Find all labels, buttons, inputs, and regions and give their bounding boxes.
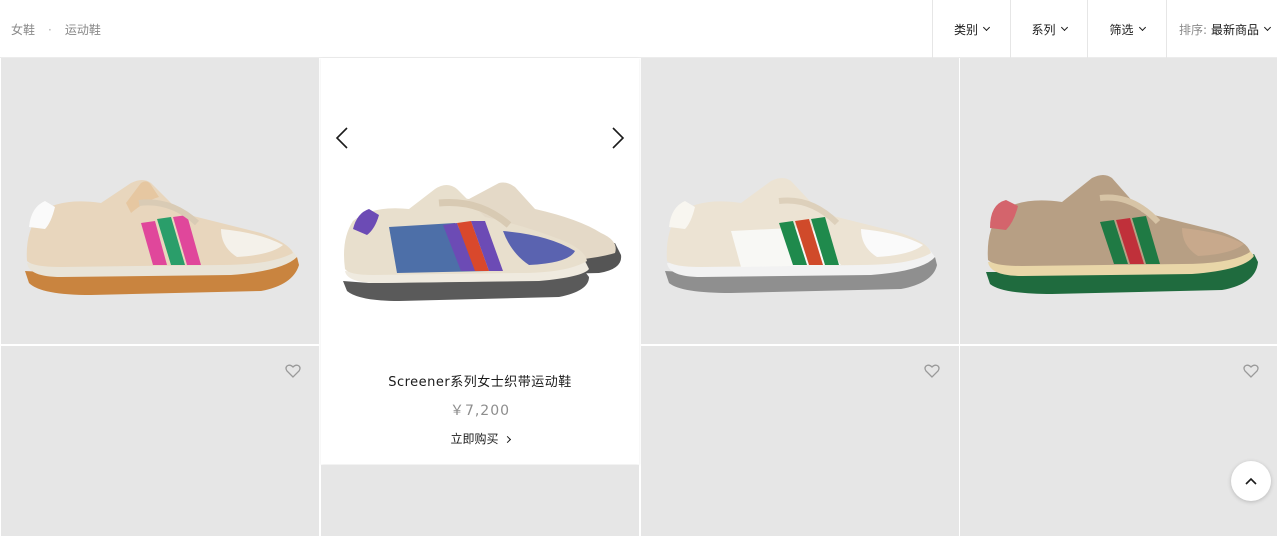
sort-value: 最新商品 <box>1211 22 1260 37</box>
featured-product-card[interactable]: Screener系列女士织带运动鞋 ￥7,200 立即购买 <box>321 58 639 464</box>
filter-label: 筛选 <box>1109 22 1134 37</box>
sort-label: 排序: <box>1179 22 1208 37</box>
heart-icon[interactable] <box>924 364 940 378</box>
back-to-top-button[interactable] <box>1231 461 1271 501</box>
series-filter-button[interactable]: 系列 <box>1010 0 1087 58</box>
chevron-down-icon <box>1264 23 1272 32</box>
chevron-down-icon <box>1138 23 1146 32</box>
sneaker-image <box>665 178 937 293</box>
sort-dropdown[interactable]: 排序: 最新商品 <box>1166 0 1277 58</box>
product-title[interactable]: Screener系列女士织带运动鞋 <box>321 371 639 390</box>
top-bar: 女鞋 · 运动鞋 类别 系列 筛选 排序: 最新商品 <box>0 0 1277 58</box>
chevron-down-icon <box>982 23 991 32</box>
heart-icon[interactable] <box>1243 364 1259 378</box>
product-tile[interactable] <box>641 58 959 344</box>
category-filter-button[interactable]: 类别 <box>932 0 1010 58</box>
category-filter-label: 类别 <box>953 22 978 37</box>
product-grid: Screener系列女士织带运动鞋 ￥7,200 立即购买 <box>0 58 1277 536</box>
buy-now-label: 立即购买 <box>450 432 499 446</box>
sneaker-image <box>25 180 299 295</box>
sneaker-image <box>986 175 1258 294</box>
product-tile[interactable] <box>1 346 319 536</box>
series-filter-label: 系列 <box>1031 22 1056 37</box>
product-tile[interactable] <box>960 346 1277 536</box>
product-tile[interactable] <box>321 465 639 536</box>
product-tile[interactable] <box>641 346 959 536</box>
sneaker-image <box>343 182 622 301</box>
breadcrumb-item-sneakers[interactable]: 运动鞋 <box>65 21 101 38</box>
breadcrumb: 女鞋 · 运动鞋 <box>11 21 101 38</box>
breadcrumb-item-women-shoes[interactable]: 女鞋 <box>11 21 35 38</box>
breadcrumb-separator: · <box>48 22 52 37</box>
next-image-arrow-icon[interactable] <box>607 126 627 150</box>
chevron-right-icon <box>503 435 511 444</box>
product-price: ￥7,200 <box>449 403 511 419</box>
filter-bar: 类别 系列 筛选 排序: 最新商品 <box>932 0 1277 58</box>
filter-button[interactable]: 筛选 <box>1087 0 1166 58</box>
product-tile[interactable] <box>960 58 1277 344</box>
chevron-up-icon <box>1245 477 1257 485</box>
product-tile[interactable] <box>1 58 319 344</box>
previous-image-arrow-icon[interactable] <box>333 126 353 150</box>
buy-now-link[interactable]: 立即购买 <box>321 430 639 447</box>
heart-icon[interactable] <box>285 364 301 378</box>
chevron-down-icon <box>1060 23 1068 32</box>
